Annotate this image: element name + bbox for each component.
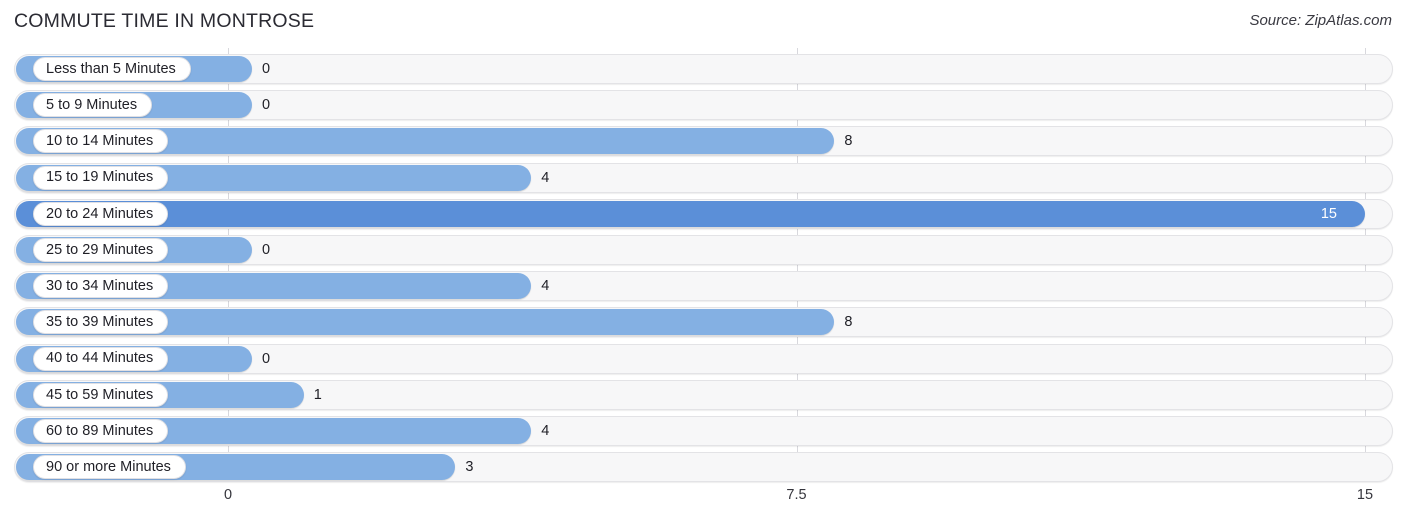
bar-row[interactable]: 25 to 29 Minutes 0: [0, 235, 1406, 265]
bar-value-label: 4: [541, 278, 550, 295]
bar-value-label: 4: [541, 423, 550, 439]
value-bar[interactable]: [16, 200, 1365, 227]
bar-row[interactable]: 90 or more Minutes 3: [0, 452, 1406, 483]
category-label: 5 to 9 Minutes: [33, 93, 153, 118]
category-label: Less than 5 Minutes: [33, 57, 191, 81]
category-label: 15 to 19 Minutes: [33, 165, 169, 190]
category-label-text: 40 to 44 Minutes: [46, 350, 154, 367]
bar-row[interactable]: 60 to 89 Minutes 4: [0, 416, 1406, 446]
chart-container: COMMUTE TIME IN MONTROSE Source: ZipAtla…: [0, 0, 1406, 523]
bar-row[interactable]: 40 to 44 Minutes 0: [0, 343, 1406, 374]
axis-tick-label: 0: [223, 487, 233, 503]
category-label-text: 30 to 34 Minutes: [46, 277, 154, 294]
category-label: 40 to 44 Minutes: [33, 346, 169, 371]
page-title: COMMUTE TIME IN MONTROSE: [14, 10, 315, 32]
bar-rows: Less than 5 Minutes 0 5 to 9 Minutes 0 10 to…: [0, 46, 1406, 483]
category-label-text: 15 to 19 Minutes: [46, 169, 154, 186]
axis-tick-label: 7.5: [786, 487, 807, 503]
category-label-text: Less than 5 Minutes: [46, 60, 176, 77]
category-label: 20 to 24 Minutes: [33, 201, 169, 226]
bar-row[interactable]: 15 to 19 Minutes 4: [0, 162, 1406, 193]
category-label-text: 20 to 24 Minutes: [46, 205, 154, 222]
category-label-text: 45 to 59 Minutes: [46, 386, 154, 403]
bar-value-label: 4: [541, 169, 550, 186]
category-label-text: 90 or more Minutes: [46, 458, 171, 475]
source-attribution: Source: ZipAtlas.com: [1249, 12, 1392, 29]
category-label: 30 to 34 Minutes: [33, 274, 169, 299]
bar-row[interactable]: 5 to 9 Minutes 0: [0, 90, 1406, 121]
bar-value-label: 1: [313, 386, 322, 403]
category-label: 45 to 59 Minutes: [33, 382, 169, 407]
category-label: 10 to 14 Minutes: [33, 129, 169, 154]
bar-row[interactable]: Less than 5 Minutes 0: [0, 54, 1406, 84]
plot-area: Less than 5 Minutes 0 5 to 9 Minutes 0 10 to…: [0, 46, 1406, 483]
category-label-text: 25 to 29 Minutes: [46, 241, 154, 258]
bar-row[interactable]: 45 to 59 Minutes 1: [0, 379, 1406, 410]
bar-row[interactable]: 35 to 39 Minutes 8: [0, 307, 1406, 338]
bar-row[interactable]: 20 to 24 Minutes 15: [0, 198, 1406, 229]
category-label: 60 to 89 Minutes: [33, 419, 169, 443]
bar-value-label: 0: [262, 61, 271, 77]
chart-header: COMMUTE TIME IN MONTROSE Source: ZipAtla…: [0, 0, 1406, 46]
category-label-text: 35 to 39 Minutes: [46, 314, 154, 331]
category-label-text: 10 to 14 Minutes: [46, 133, 154, 150]
x-axis: 0 7.5 15: [0, 483, 1406, 523]
category-label: 35 to 39 Minutes: [33, 310, 169, 335]
category-label-text: 60 to 89 Minutes: [46, 422, 154, 439]
bar-row[interactable]: 30 to 34 Minutes 4: [0, 271, 1406, 302]
bar-value-label: 8: [844, 314, 853, 331]
category-label-text: 5 to 9 Minutes: [46, 96, 138, 113]
category-label: 25 to 29 Minutes: [33, 238, 169, 262]
bar-value-label: 0: [262, 350, 271, 367]
bar-value-label: 0: [262, 97, 271, 114]
axis-tick-label: 15: [1356, 487, 1374, 503]
bar-value-label: 3: [465, 459, 474, 476]
bar-value-label: 8: [844, 133, 853, 150]
bar-value-label: 0: [262, 242, 271, 258]
category-label: 90 or more Minutes: [33, 455, 186, 480]
bar-row[interactable]: 10 to 14 Minutes 8: [0, 126, 1406, 157]
bar-value-label: 15: [1320, 205, 1337, 222]
